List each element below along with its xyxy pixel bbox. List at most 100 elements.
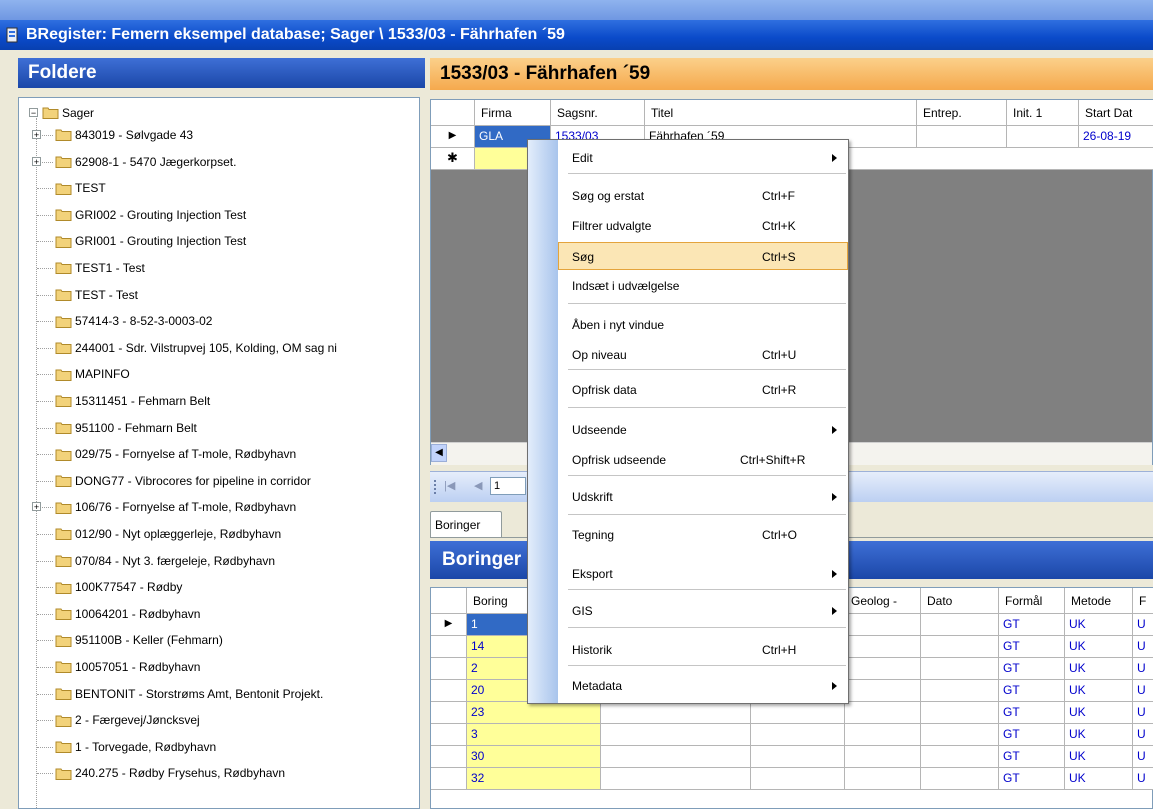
- cell-empty[interactable]: [601, 768, 751, 790]
- cell-empty[interactable]: [921, 702, 999, 724]
- menu-item-historik[interactable]: Historik Ctrl+H: [559, 636, 847, 664]
- tree-item[interactable]: 240.275 - Rødby Frysehus, Rødbyhavn: [37, 762, 285, 784]
- column-header-f[interactable]: F: [1133, 588, 1153, 614]
- cell-metode[interactable]: UK: [1065, 680, 1133, 702]
- cell-entrep[interactable]: [917, 126, 1007, 148]
- menu-item-gis[interactable]: GIS: [559, 597, 847, 625]
- cell-empty[interactable]: [751, 724, 845, 746]
- cell-f[interactable]: U: [1133, 658, 1153, 680]
- cell-empty[interactable]: [921, 768, 999, 790]
- column-header-geolog[interactable]: Geolog -: [845, 588, 921, 614]
- menu-item-metadata[interactable]: Metadata: [559, 672, 847, 700]
- scroll-left-icon[interactable]: ◀: [431, 444, 447, 462]
- tree-item[interactable]: 1 - Torvegade, Rødbyhavn: [37, 736, 216, 758]
- cell-formal[interactable]: GT: [999, 746, 1065, 768]
- menu-item-inds-t-i-udv-lgelse[interactable]: Indsæt i udvælgelse: [559, 272, 847, 300]
- tree-item[interactable]: 10057051 - Rødbyhavn: [37, 656, 200, 678]
- tree-item[interactable]: 57414-3 - 8-52-3-0003-02: [37, 310, 212, 332]
- tree-root-sager[interactable]: − Sager: [29, 102, 94, 124]
- column-header-metode[interactable]: Metode: [1065, 588, 1133, 614]
- record-position-input[interactable]: 1: [490, 477, 526, 495]
- cell-boring[interactable]: 23: [467, 702, 601, 724]
- tree-item[interactable]: 012/90 - Nyt oplæggerleje, Rødbyhavn: [37, 523, 281, 545]
- tree-item[interactable]: +843019 - Sølvgade 43: [32, 124, 193, 146]
- cell-boring[interactable]: 32: [467, 768, 601, 790]
- cell-f[interactable]: U: [1133, 614, 1153, 636]
- cell-empty[interactable]: [845, 724, 921, 746]
- cell-empty[interactable]: [601, 746, 751, 768]
- title-bar[interactable]: BRegister: Femern eksempel database; Sag…: [0, 20, 1153, 50]
- column-header-firma[interactable]: Firma: [475, 100, 551, 126]
- row-selector-icon[interactable]: ▶: [431, 126, 475, 148]
- column-header-start-date[interactable]: Start Dat: [1079, 100, 1153, 126]
- menu-item-udskrift[interactable]: Udskrift: [559, 483, 847, 511]
- menu-item-opfrisk-data[interactable]: Opfrisk data Ctrl+R: [559, 376, 847, 404]
- row-header[interactable]: [431, 746, 467, 768]
- cell-empty[interactable]: [845, 680, 921, 702]
- column-header-entrep[interactable]: Entrep.: [917, 100, 1007, 126]
- menu-item-s-g-og-erstat[interactable]: Søg og erstat Ctrl+F: [559, 182, 847, 210]
- cell-empty[interactable]: [601, 724, 751, 746]
- cell-formal[interactable]: GT: [999, 724, 1065, 746]
- row-header[interactable]: [431, 768, 467, 790]
- expand-icon[interactable]: +: [32, 156, 41, 166]
- tree-item[interactable]: 10064201 - Rødbyhavn: [37, 603, 200, 625]
- context-menu[interactable]: Edit Søg og erstat Ctrl+F Filtrer udvalgte C…: [527, 139, 849, 704]
- cell-f[interactable]: U: [1133, 702, 1153, 724]
- cell-empty[interactable]: [921, 636, 999, 658]
- cell-metode[interactable]: UK: [1065, 702, 1133, 724]
- first-record-icon[interactable]: |◀: [444, 478, 460, 494]
- cell-boring[interactable]: 30: [467, 746, 601, 768]
- menu-item-udseende[interactable]: Udseende: [559, 416, 847, 444]
- cell-metode[interactable]: UK: [1065, 724, 1133, 746]
- expand-icon[interactable]: +: [32, 502, 41, 512]
- tree-item[interactable]: DONG77 - Vibrocores for pipeline in corr…: [37, 470, 311, 492]
- cell-empty[interactable]: [845, 614, 921, 636]
- row-header[interactable]: [431, 680, 467, 702]
- row-selector-icon[interactable]: ▶: [431, 614, 467, 636]
- tree-item[interactable]: MAPINFO: [37, 363, 130, 385]
- column-header-titel[interactable]: Titel: [645, 100, 917, 126]
- cell-empty[interactable]: [751, 768, 845, 790]
- collapse-icon[interactable]: −: [29, 108, 38, 118]
- cell-init1[interactable]: [1007, 126, 1079, 148]
- row-header[interactable]: [431, 658, 467, 680]
- tree-item[interactable]: TEST - Test: [37, 284, 138, 306]
- cell-start-date[interactable]: 26-08-19: [1079, 126, 1153, 148]
- cell-f[interactable]: U: [1133, 680, 1153, 702]
- cell-empty[interactable]: [751, 702, 845, 724]
- cell-formal[interactable]: GT: [999, 702, 1065, 724]
- tree-item[interactable]: 100K77547 - Rødby: [37, 576, 182, 598]
- cell-empty[interactable]: [921, 724, 999, 746]
- cell-formal[interactable]: GT: [999, 636, 1065, 658]
- cell-formal[interactable]: GT: [999, 658, 1065, 680]
- column-header-dato[interactable]: Dato: [921, 588, 999, 614]
- tree-item[interactable]: TEST: [37, 177, 106, 199]
- cell-formal[interactable]: GT: [999, 680, 1065, 702]
- tree-item[interactable]: +62908-1 - 5470 Jægerkorpset.: [32, 151, 236, 173]
- cell-empty[interactable]: [845, 768, 921, 790]
- cell-metode[interactable]: UK: [1065, 746, 1133, 768]
- cell-formal[interactable]: GT: [999, 768, 1065, 790]
- folder-tree[interactable]: − Sager +843019 - Sølvgade 43 +62908-1 - 5…: [18, 97, 420, 809]
- cell-metode[interactable]: UK: [1065, 658, 1133, 680]
- tree-item[interactable]: TEST1 - Test: [37, 257, 145, 279]
- cell-empty[interactable]: [845, 658, 921, 680]
- tree-item[interactable]: 029/75 - Fornyelse af T-mole, Rødbyhavn: [37, 443, 296, 465]
- cell-empty[interactable]: [921, 614, 999, 636]
- previous-record-icon[interactable]: ◀: [474, 478, 486, 494]
- column-header-formaal[interactable]: Formål: [999, 588, 1065, 614]
- cell-empty[interactable]: [601, 702, 751, 724]
- tree-item[interactable]: GRI002 - Grouting Injection Test: [37, 204, 246, 226]
- menu-item-op-niveau[interactable]: Op niveau Ctrl+U: [559, 341, 847, 369]
- row-header[interactable]: [431, 702, 467, 724]
- tree-item[interactable]: GRI001 - Grouting Injection Test: [37, 230, 246, 252]
- cell-empty[interactable]: [921, 658, 999, 680]
- cell-empty[interactable]: [845, 636, 921, 658]
- menu-item-edit[interactable]: Edit: [559, 144, 847, 172]
- tree-item[interactable]: 15311451 - Fehmarn Belt: [37, 390, 210, 412]
- tree-item[interactable]: +106/76 - Fornyelse af T-mole, Rødbyhavn: [32, 496, 296, 518]
- row-header[interactable]: [431, 724, 467, 746]
- cell-empty[interactable]: [845, 702, 921, 724]
- menu-item-filtrer-udvalgte[interactable]: Filtrer udvalgte Ctrl+K: [559, 212, 847, 240]
